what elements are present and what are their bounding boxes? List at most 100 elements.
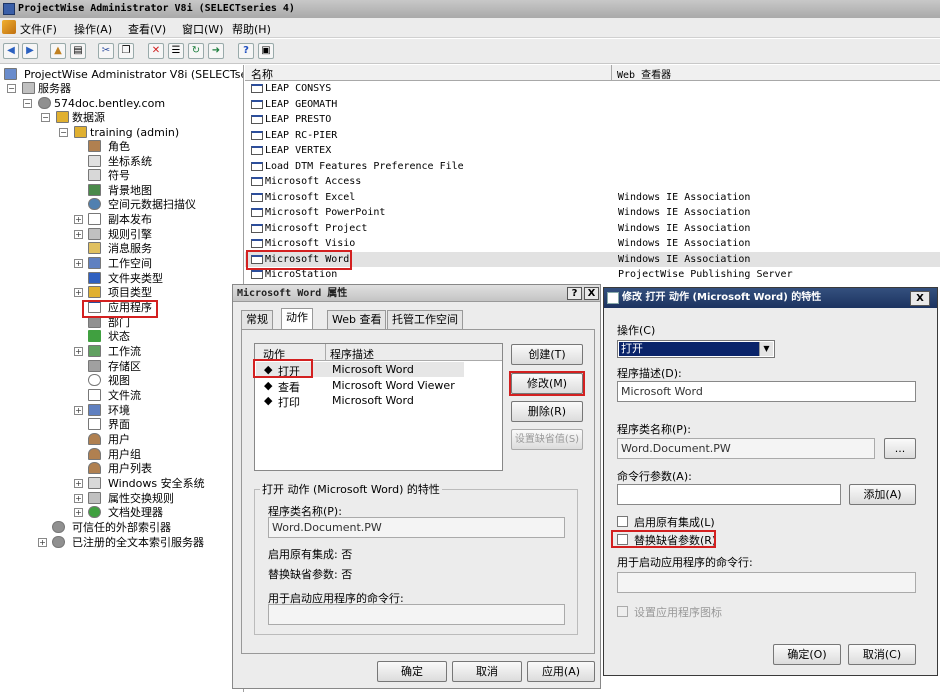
column-program-desc[interactable]: 程序描述 bbox=[330, 346, 374, 362]
window-icon[interactable]: ▣ bbox=[258, 43, 274, 59]
expand-icon[interactable]: + bbox=[74, 230, 83, 239]
column-web-viewer[interactable]: Web 查看器 bbox=[617, 66, 671, 81]
status-check-icon bbox=[88, 330, 101, 342]
table-row[interactable]: ◆ 打印 Microsoft Word bbox=[256, 393, 503, 409]
delete-icon[interactable]: ✕ bbox=[148, 43, 164, 59]
tree-host[interactable]: − 574doc.bentley.com bbox=[20, 96, 220, 111]
refresh-icon[interactable]: ↻ bbox=[188, 43, 204, 59]
expand-icon[interactable]: + bbox=[74, 406, 83, 415]
expand-icon[interactable]: + bbox=[74, 347, 83, 356]
help-icon[interactable]: ? bbox=[238, 43, 254, 59]
collapse-icon[interactable]: − bbox=[41, 113, 50, 122]
tree-servers[interactable]: − 服务器 bbox=[4, 81, 204, 96]
expand-icon[interactable]: + bbox=[74, 479, 83, 488]
column-divider[interactable] bbox=[611, 65, 612, 81]
toolbar: ◀ ▶ ▲ ▤ ✂ ❐ ✕ ☰ ↻ ➜ ? ▣ bbox=[0, 39, 940, 64]
forward-icon[interactable]: ▶ bbox=[22, 43, 38, 59]
close-button[interactable]: X bbox=[584, 287, 599, 300]
collapse-icon[interactable]: − bbox=[59, 128, 68, 137]
list-item[interactable]: Microsoft Access bbox=[245, 174, 940, 190]
command-args-label: 命令行参数(A): bbox=[617, 470, 692, 483]
column-divider[interactable] bbox=[325, 344, 326, 361]
application-icon bbox=[251, 84, 263, 93]
set-default-button[interactable]: 设置缺省值(S) bbox=[511, 429, 583, 450]
copy-icon[interactable]: ❐ bbox=[118, 43, 134, 59]
environment-icon bbox=[88, 404, 101, 416]
menu-window[interactable]: 窗口(W) bbox=[182, 21, 223, 37]
list-item[interactable]: Microsoft Project Windows IE Association bbox=[245, 221, 940, 237]
help-button[interactable]: ? bbox=[567, 287, 582, 300]
add-button[interactable]: 添加(A) bbox=[849, 484, 916, 505]
roles-icon bbox=[88, 140, 101, 152]
list-item[interactable]: LEAP GEOMATH bbox=[245, 97, 940, 113]
expand-icon[interactable]: + bbox=[74, 508, 83, 517]
export-icon[interactable]: ➜ bbox=[208, 43, 224, 59]
list-item[interactable]: LEAP RC-PIER bbox=[245, 128, 940, 144]
browse-button[interactable]: ... bbox=[884, 438, 916, 459]
cancel-button[interactable]: 取消(C) bbox=[848, 644, 916, 665]
table-row[interactable]: ◆ 查看 Microsoft Word Viewer bbox=[256, 378, 503, 394]
collapse-icon[interactable]: − bbox=[23, 99, 32, 108]
properties-icon[interactable]: ☰ bbox=[168, 43, 184, 59]
replace-default-label: 替换缺省参数: 否 bbox=[268, 568, 353, 581]
back-icon[interactable]: ◀ bbox=[3, 43, 19, 59]
ok-button[interactable]: 确定(O) bbox=[773, 644, 841, 665]
tree-datasource-training[interactable]: − training (admin) bbox=[56, 125, 236, 140]
cut-icon[interactable]: ✂ bbox=[98, 43, 114, 59]
program-desc-input[interactable]: Microsoft Word bbox=[617, 381, 916, 402]
app-icon-checkbox[interactable] bbox=[617, 606, 628, 617]
map-icon bbox=[88, 184, 101, 196]
expand-icon[interactable]: + bbox=[38, 538, 47, 547]
list-item[interactable]: Load DTM Features Preference File bbox=[245, 159, 940, 175]
expand-icon[interactable]: + bbox=[74, 288, 83, 297]
class-name-label: 程序类名称(P): bbox=[617, 423, 691, 436]
delete-button[interactable]: 删除(R) bbox=[511, 401, 583, 422]
properties-pane-icon[interactable]: ▤ bbox=[70, 43, 86, 59]
command-args-input[interactable] bbox=[617, 484, 841, 505]
cancel-button[interactable]: 取消 bbox=[452, 661, 522, 682]
column-name[interactable]: 名称 bbox=[251, 66, 273, 82]
tab-managed-workspace[interactable]: 托管工作空间 bbox=[387, 310, 463, 329]
action-select[interactable]: 打开 ▼ bbox=[617, 340, 775, 358]
workspace-icon bbox=[88, 257, 101, 269]
create-button[interactable]: 创建(T) bbox=[511, 344, 583, 365]
tab-actions[interactable]: 动作 bbox=[281, 308, 313, 329]
list-item[interactable]: Microsoft PowerPoint Windows IE Associati… bbox=[245, 205, 940, 221]
app-icon-checkbox-label: 设置应用程序图标 bbox=[634, 606, 722, 619]
tab-general[interactable]: 常规 bbox=[241, 310, 273, 329]
integration-checkbox[interactable] bbox=[617, 516, 628, 527]
dialog-titlebar: Microsoft Word 属性 bbox=[233, 285, 600, 302]
folder-icon bbox=[56, 111, 69, 123]
interface-icon bbox=[88, 418, 101, 430]
program-desc-label: 程序描述(D): bbox=[617, 367, 682, 380]
list-item[interactable]: LEAP VERTEX bbox=[245, 143, 940, 159]
menu-file[interactable]: 文件(F) bbox=[20, 21, 57, 37]
ok-button[interactable]: 确定 bbox=[377, 661, 447, 682]
navigation-tree: ProjectWise Administrator V8i (SELECTser… bbox=[0, 65, 244, 692]
menu-help[interactable]: 帮助(H) bbox=[232, 21, 271, 37]
list-item[interactable]: LEAP PRESTO bbox=[245, 112, 940, 128]
integration-checkbox-label: 启用原有集成(L) bbox=[634, 516, 715, 529]
action-label: 操作(C) bbox=[617, 324, 656, 337]
menu-action[interactable]: 操作(A) bbox=[74, 21, 112, 37]
tab-web-view[interactable]: Web 查看 bbox=[327, 310, 387, 329]
application-icon bbox=[251, 99, 263, 109]
expand-icon[interactable]: + bbox=[74, 494, 83, 503]
app-menu-icon[interactable] bbox=[2, 20, 16, 34]
up-folder-icon[interactable]: ▲ bbox=[50, 43, 66, 59]
application-icon bbox=[251, 115, 263, 124]
collapse-icon[interactable]: − bbox=[7, 84, 16, 93]
apply-button[interactable]: 应用(A) bbox=[527, 661, 595, 682]
menu-view[interactable]: 查看(V) bbox=[128, 21, 166, 37]
expand-icon[interactable]: + bbox=[74, 259, 83, 268]
chevron-down-icon[interactable]: ▼ bbox=[759, 342, 773, 356]
workflow-icon bbox=[88, 345, 101, 357]
close-button[interactable]: X bbox=[910, 291, 930, 306]
servers-icon bbox=[22, 82, 35, 94]
expand-icon[interactable]: + bbox=[74, 215, 83, 224]
class-name-field: Word.Document.PW bbox=[268, 517, 565, 538]
tree-datasources[interactable]: − 数据源 bbox=[38, 110, 238, 125]
application-icon bbox=[251, 177, 263, 186]
list-item[interactable]: LEAP CONSYS bbox=[245, 81, 940, 97]
list-item[interactable]: Microsoft Excel Windows IE Association bbox=[245, 190, 940, 206]
